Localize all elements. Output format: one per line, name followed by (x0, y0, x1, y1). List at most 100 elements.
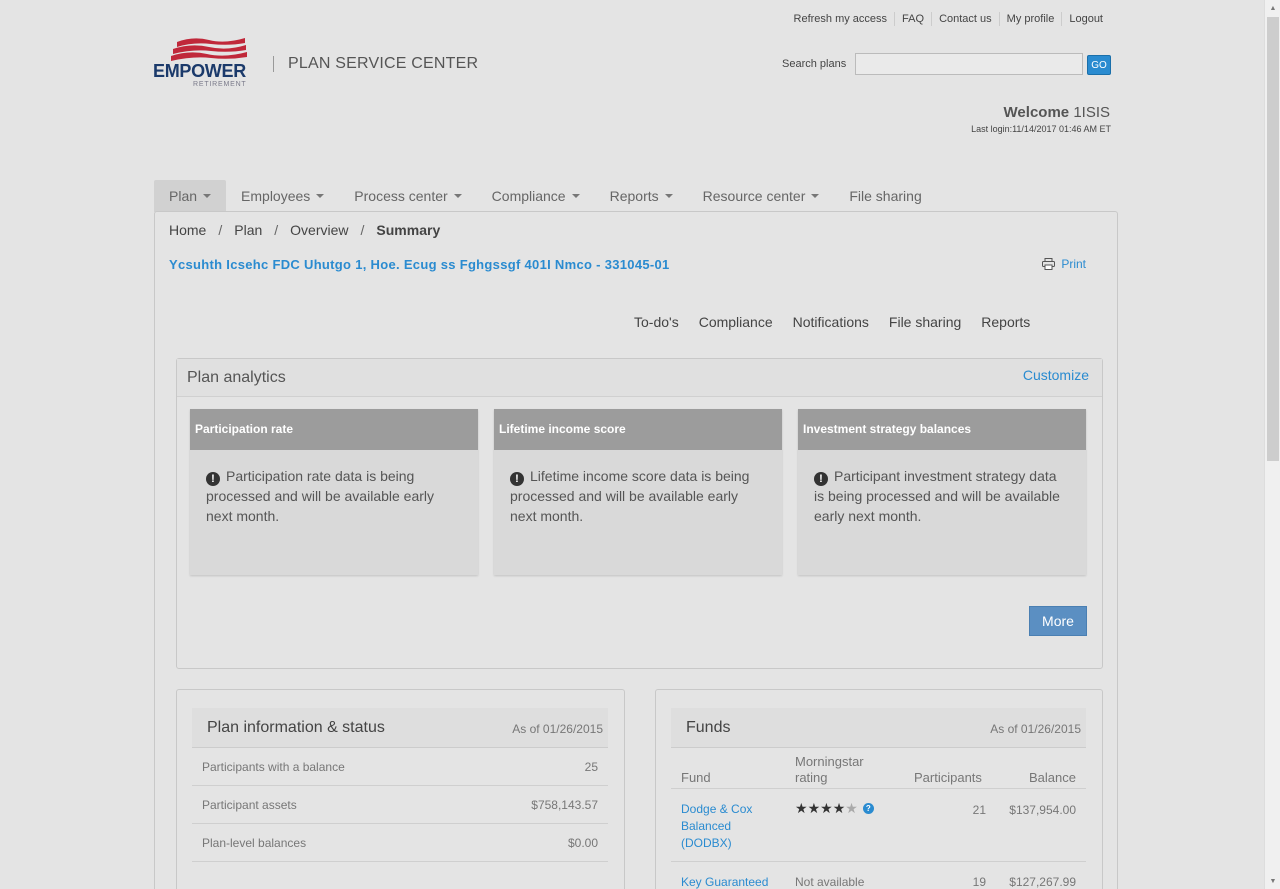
nav-file-sharing[interactable]: File sharing (834, 180, 936, 212)
alert-icon: ! (814, 472, 828, 486)
chevron-down-icon (664, 194, 673, 198)
help-icon[interactable]: ? (862, 803, 874, 814)
star-icon: ★ (807, 800, 821, 816)
info-value: $758,143.57 (531, 798, 598, 812)
star-icon: ★ (832, 800, 846, 816)
info-value: $0.00 (567, 836, 598, 850)
scroll-thumb[interactable] (1267, 17, 1279, 461)
welcome-user: 1ISIS (1073, 104, 1110, 121)
tab-notifications[interactable]: Notifications (783, 314, 879, 330)
col-participants[interactable]: Participants (914, 770, 982, 785)
breadcrumb-overview[interactable]: Overview (290, 222, 348, 238)
plan-analytics-header: Plan analytics Customize (177, 359, 1102, 397)
alert-icon: ! (206, 472, 220, 486)
info-label: Participant assets (202, 798, 297, 812)
page: Refresh my access FAQ Contact us My prof… (0, 0, 1264, 889)
fund-balance: $137,954.00 (1009, 803, 1076, 817)
breadcrumb-separator: / (274, 222, 279, 238)
refresh-access-link[interactable]: Refresh my access (787, 12, 895, 26)
fund-participants: 19 (972, 875, 986, 889)
info-row: Plan-level balances $0.00 (192, 824, 608, 862)
card-body: ! Participant investment strategy data is… (798, 450, 1086, 542)
breadcrumb-separator: / (360, 222, 365, 238)
morningstar-rating: ★ ★ ★ ★ ★ ? (795, 800, 874, 817)
star-icon: ★ (795, 800, 808, 816)
chevron-down-icon (203, 194, 212, 198)
vertical-scrollbar[interactable]: ▲ ▼ (1264, 0, 1280, 889)
fund-name-link[interactable]: Dodge & Cox Balanced (DODBX) (681, 801, 771, 852)
customize-link[interactable]: Customize (1023, 367, 1089, 383)
tab-todos[interactable]: To-do's (624, 314, 689, 330)
plan-analytics-title: Plan analytics (187, 369, 286, 386)
nav-compliance-label: Compliance (491, 188, 566, 204)
info-label: Participants with a balance (202, 760, 345, 774)
nav-process-center[interactable]: Process center (339, 180, 476, 212)
funds-date: As of 01/26/2015 (990, 722, 1081, 736)
nav-reports[interactable]: Reports (595, 180, 688, 212)
nav-plan-label: Plan (169, 188, 198, 204)
card-body: ! Lifetime income score data is being pro… (494, 450, 782, 542)
faq-link[interactable]: FAQ (894, 12, 931, 26)
chevron-down-icon (316, 194, 325, 198)
logo-subtext: RETIREMENT (193, 81, 247, 88)
nav-employees[interactable]: Employees (226, 180, 339, 212)
info-row: Participant assets $758,143.57 (192, 786, 608, 824)
contact-us-link[interactable]: Contact us (931, 12, 999, 26)
chevron-down-icon (453, 194, 462, 198)
search-input[interactable] (855, 53, 1083, 75)
nav-resource-center[interactable]: Resource center (688, 180, 835, 212)
plan-title: Ycsuhth Icsehc FDC Uhutgo 1, Hoe. Ecug s… (169, 257, 670, 272)
print-link[interactable]: Print (1042, 257, 1086, 271)
funds-table-header: Fund Morningstar rating Participants Bal… (671, 749, 1086, 789)
fund-participants: 21 (972, 803, 986, 817)
card-message: Participant investment strategy data is … (814, 468, 1060, 524)
card-body: ! Participation rate data is being proces… (190, 450, 478, 542)
tab-reports[interactable]: Reports (971, 314, 1040, 330)
main-nav: Plan Employees Process center Compliance… (154, 180, 937, 212)
info-value: 25 (584, 760, 598, 774)
search-go-button[interactable]: GO (1087, 55, 1111, 75)
my-profile-link[interactable]: My profile (998, 12, 1062, 26)
scroll-up-icon[interactable]: ▲ (1265, 0, 1280, 16)
chevron-down-icon (811, 194, 820, 198)
card-message: Participation rate data is being process… (206, 468, 435, 524)
nav-resource-center-label: Resource center (702, 188, 806, 204)
funds-header: Funds As of 01/26/2015 (671, 708, 1086, 748)
more-button[interactable]: More (1029, 606, 1087, 636)
print-label: Print (1061, 257, 1086, 271)
nav-process-center-label: Process center (354, 188, 448, 204)
scroll-down-icon[interactable]: ▼ (1265, 873, 1280, 889)
sub-tabs: To-do's Compliance Notifications File sh… (624, 314, 1040, 330)
breadcrumb-home[interactable]: Home (169, 222, 206, 238)
card-title: Lifetime income score (494, 409, 782, 450)
utility-links: Refresh my access FAQ Contact us My prof… (787, 12, 1110, 26)
tab-file-sharing[interactable]: File sharing (879, 314, 971, 330)
plan-info-title: Plan information & status (207, 719, 385, 736)
nav-compliance[interactable]: Compliance (477, 180, 595, 212)
printer-icon (1042, 258, 1056, 270)
logout-link[interactable]: Logout (1061, 12, 1110, 26)
welcome-message: Welcome 1ISIS (1004, 104, 1110, 121)
fund-rating-text: Not available (795, 875, 865, 889)
breadcrumb-separator: / (218, 222, 223, 238)
breadcrumb: Home / Plan / Overview / Summary (169, 222, 440, 238)
star-empty-icon: ★ (845, 800, 858, 816)
col-fund[interactable]: Fund (681, 770, 711, 785)
nav-file-sharing-label: File sharing (849, 188, 922, 204)
nav-plan[interactable]: Plan (154, 180, 227, 212)
plan-info-date: As of 01/26/2015 (512, 722, 603, 736)
last-login: Last login:11/14/2017 01:46 AM ET (971, 124, 1111, 134)
col-balance[interactable]: Balance (1029, 770, 1076, 785)
fund-name-link[interactable]: Key Guaranteed (681, 874, 768, 889)
app-title: PLAN SERVICE CENTER (288, 55, 479, 72)
col-morningstar[interactable]: Morningstar rating (795, 754, 885, 786)
plan-info-panel: Plan information & status As of 01/26/20… (176, 689, 625, 889)
breadcrumb-plan[interactable]: Plan (234, 222, 262, 238)
card-message: Lifetime income score data is being proc… (510, 468, 750, 524)
info-row: Participants with a balance 25 (192, 748, 608, 786)
investment-strategy-card: Investment strategy balances ! Participan… (798, 409, 1086, 575)
empower-logo[interactable]: EMPOWER RETIREMENT (153, 36, 253, 90)
fund-balance: $127,267.99 (1009, 875, 1076, 889)
tab-compliance[interactable]: Compliance (689, 314, 783, 330)
funds-title: Funds (686, 719, 731, 736)
